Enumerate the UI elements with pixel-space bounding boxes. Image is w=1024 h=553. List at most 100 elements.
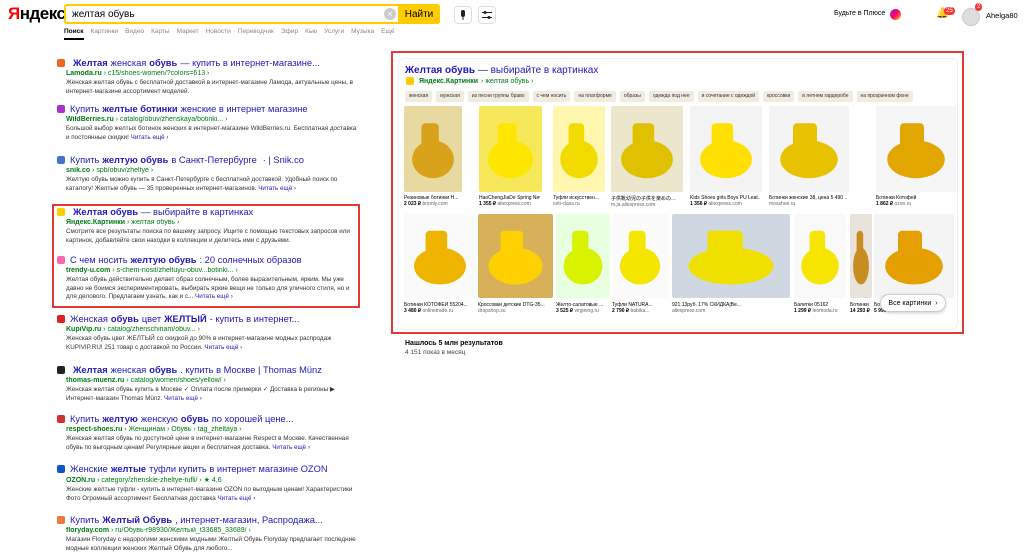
result-url[interactable]: WildBerries.ru › catalog/obuv/zhenskaya/… [66,116,361,123]
tab-market[interactable]: Маркет [177,28,199,40]
refine-chip[interactable]: мужская [436,91,464,102]
refine-chip[interactable]: образы [619,91,645,102]
image-thumbnail[interactable] [556,214,610,298]
image-caption[interactable]: Туфли искусствен... ceti-class.ru [553,195,603,207]
result-url[interactable]: OZON.ru › category/zhenskie-zheltye-tufl… [66,476,361,484]
result-snippet: Женская обувь цвет ЖЕЛТЫЙ со скидкой до … [66,335,332,351]
refine-chip[interactable]: из песни группы браво [467,91,529,102]
refine-chip[interactable]: с чем носить [532,91,571,102]
image-caption[interactable]: Ботинки КОТОФЕЙ 55204... 3 480 ₽ onlinetr… [404,302,474,314]
result-title[interactable]: Желтая женская обувь. купить в Москве | … [56,365,361,375]
favicon-icon [57,315,65,323]
shoe-icon [487,123,534,179]
plus-link[interactable]: Будьте в Плюсе [834,10,885,17]
image-caption[interactable]: Ботинки женские 38, цена 5 490 ... mossh… [769,195,847,207]
tab-music[interactable]: Музыка [351,28,374,40]
result-title[interactable]: Купить желтую обувь в Санкт-Петербурге ·… [56,155,361,165]
image-thumbnail[interactable] [404,106,462,192]
image-caption[interactable]: Туфли NATURA... 2 790 ₽ babika... [612,302,666,314]
images-panel-source[interactable]: Яндекс.Картинки › желтая обувь › [405,77,533,85]
image-thumbnail[interactable] [876,106,956,192]
tab-images[interactable]: Картинки [91,28,119,40]
read-more-link[interactable]: Читать ещё › [272,444,310,451]
image-thumbnail[interactable] [672,214,790,298]
result-url[interactable]: respect-shoes.ru › Женщинам › Обувь › ta… [66,426,361,433]
image-thumbnail[interactable] [794,214,846,298]
search-result: Купить желтую женскую обувь по хорошей ц… [56,414,361,452]
tab-news[interactable]: Новости [206,28,231,40]
refine-chip[interactable]: одежда под нее [648,91,694,102]
search-result: Купить Желтый Обувь, интернет-магазин, Р… [56,515,361,553]
result-url[interactable]: Lamoda.ru › c15/shoes-women/?colors=613 … [66,70,361,77]
image-caption[interactable]: Кроссовки детские DTG-35... dropshop.su [478,302,551,314]
read-more-link[interactable]: Читать ещё › [217,495,255,502]
tab-q[interactable]: Кью [305,28,317,40]
microphone-icon[interactable] [454,6,472,24]
image-thumbnail[interactable] [769,106,849,192]
result-title[interactable]: Женские желтые туфли купить в интернет м… [56,464,361,474]
search-input[interactable] [66,6,384,22]
image-caption[interactable]: Резиновые ботинки Н... 2 023 ₽ brionly.co… [404,195,460,207]
result-title[interactable]: Купить желтую женскую обувь по хорошей ц… [56,414,361,424]
shoe-icon [619,230,661,285]
image-thumbnail[interactable] [478,214,553,298]
refine-chip[interactable]: на прозрачном фоне [856,91,913,102]
plus-icon[interactable] [890,9,901,20]
yandex-logo[interactable]: Яндекс [8,4,66,24]
search-button[interactable]: Найти [398,4,440,24]
tab-video[interactable]: Видео [125,28,144,40]
image-thumbnail[interactable] [404,214,476,298]
monthly-shows: 4 151 показ в месяц [405,349,466,356]
result-title[interactable]: Женская обувь цвет ЖЕЛТЫЙ - купить в инт… [56,314,361,324]
image-caption[interactable]: Желто-салатовые ... 3 525 ₽ virgining.ru [556,302,608,314]
image-caption[interactable]: Kids Shoes girls Boys PU Leat... 1 356 ₽ … [690,195,760,207]
filters-icon[interactable] [478,6,496,24]
read-more-link[interactable]: Читать ещё › [164,395,202,402]
image-thumbnail[interactable] [690,106,762,192]
result-title[interactable]: Купить желтые ботинки женские в интернет… [56,104,361,114]
result-url[interactable]: thomas-muenz.ru › catalog/women/shoes/ye… [66,377,361,384]
tab-search[interactable]: Поиск [64,28,84,40]
refine-chip[interactable]: в летнем гардеробе [798,91,853,102]
refine-chip[interactable]: кроссовки [763,91,795,102]
read-more-link[interactable]: Читать ещё › [258,185,296,192]
search-result: Женская обувь цвет ЖЕЛТЫЙ - купить в инт… [56,314,361,352]
image-thumbnail[interactable] [874,214,954,298]
tab-maps[interactable]: Карты [151,28,170,40]
result-url[interactable]: KupiVip.ru › catalog/zhenschinam/obuv...… [66,326,361,333]
tab-more[interactable]: Ещё [381,28,394,40]
shoe-icon [488,230,543,285]
read-more-link[interactable]: Читать ещё › [204,344,242,351]
username[interactable]: Ahelga80 [986,11,1018,20]
image-thumbnail[interactable] [611,106,683,192]
shoe-icon [885,230,943,285]
tab-efir[interactable]: Эфир [281,28,298,40]
image-caption[interactable]: 子供靴幼児の子供を楽めの… m.ja.aliexpress.com [611,195,681,208]
image-caption[interactable]: Ботинки Timberland14 293 ₽ ozon.ru [850,302,870,314]
result-url[interactable]: floryday.com › ru/Обувь-r98930/Желтый_t3… [66,527,361,534]
tab-services[interactable]: Услуги [324,28,344,40]
avatar-badge: 2 [975,3,983,11]
search-result: Женские желтые туфли купить в интернет м… [56,464,361,503]
all-images-button[interactable]: Все картинки › [880,294,946,312]
image-thumbnail[interactable] [553,106,605,192]
image-caption[interactable]: Ботинки Котофей 1 862 ₽ ozon.ru [876,195,954,207]
read-more-link[interactable]: Читать ещё › [131,134,169,141]
tab-translate[interactable]: Переводчик [238,28,274,40]
images-panel-title[interactable]: Желтая обувь — выбирайте в картинках [405,65,598,76]
result-url[interactable]: snik.co › spb/obuv/zheltye › [66,167,361,174]
refine-chip[interactable]: и сочетание с одеждой [697,91,760,102]
result-title[interactable]: Купить Желтый Обувь, интернет-магазин, Р… [56,515,361,525]
image-caption[interactable]: 921.13руб. 17% СКИДКА|Ве... aliexpress.c… [672,302,788,314]
image-caption[interactable]: Балетки 05162 1 299 ₽ leomoda.ru [794,302,844,314]
result-title[interactable]: Желтая женская обувь — купить в интернет… [56,58,361,68]
clear-icon[interactable]: × [384,8,396,20]
refine-chip[interactable]: на платформе [574,91,616,102]
image-thumbnail[interactable] [479,106,542,192]
image-thumbnail[interactable] [612,214,668,298]
refine-chip[interactable]: женская [405,91,433,102]
image-thumbnail[interactable] [850,214,872,298]
favicon-icon [57,465,65,473]
favicon-icon [57,156,65,164]
image-caption[interactable]: HaoChengJiaDe Spring New Ki...1 355 ₽ al… [479,195,540,207]
